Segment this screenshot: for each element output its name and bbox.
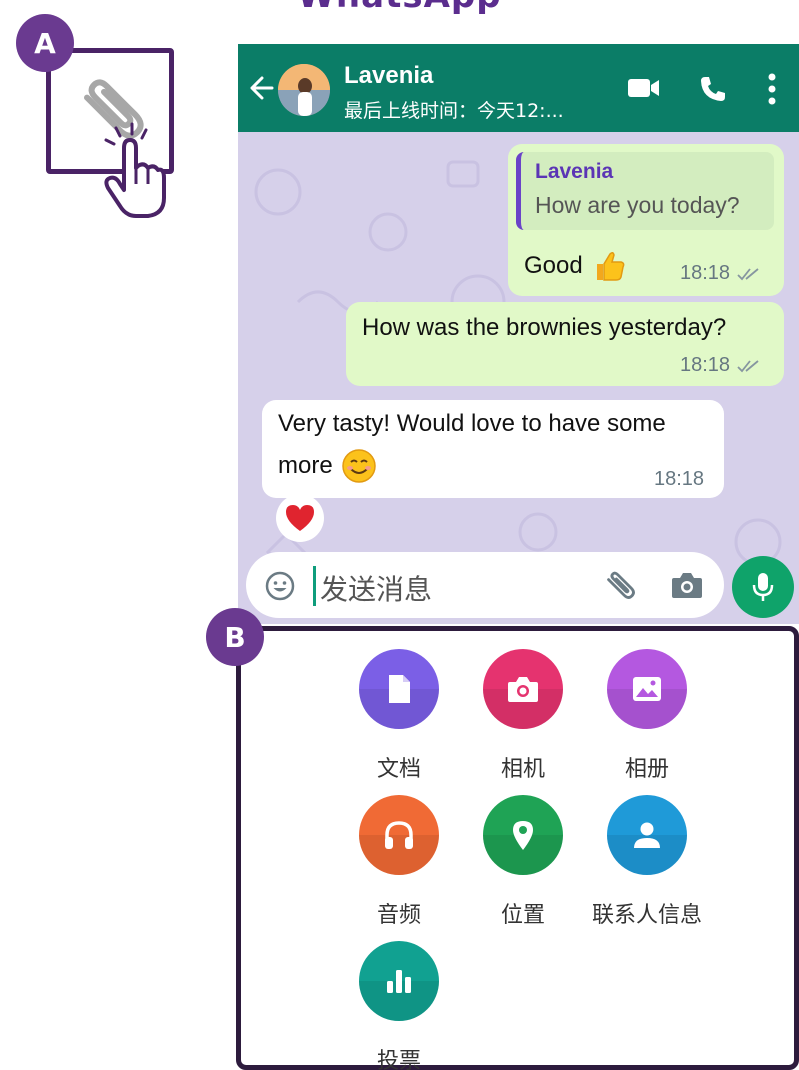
back-arrow-icon[interactable]	[248, 68, 276, 108]
message-reaction[interactable]	[276, 494, 324, 542]
tap-hand-icon	[104, 122, 166, 218]
attach-document-label: 文档	[376, 757, 421, 782]
thumbs-up-emoji-icon	[596, 251, 625, 281]
attach-gallery-button[interactable]: 相册	[587, 649, 707, 783]
attach-location-button[interactable]: 位置	[463, 795, 583, 929]
chat-screen: Lavenia 最后上线时间：今天12:... Lavenia How are …	[238, 44, 799, 624]
camera-icon[interactable]	[670, 570, 704, 600]
read-ticks-icon	[737, 268, 759, 281]
attach-camera-label: 相机	[500, 757, 545, 782]
voice-call-icon[interactable]	[698, 74, 728, 104]
attach-poll-button[interactable]: 投票	[339, 941, 459, 1070]
quoted-message[interactable]: Lavenia How are you today?	[516, 152, 774, 230]
message-text-line-1: Very tasty! Would love to have some	[278, 410, 666, 437]
attach-camera-button[interactable]: 相机	[463, 649, 583, 783]
message-bubble-outgoing[interactable]: How was the brownies yesterday? 18:18	[346, 302, 784, 386]
message-time: 18:18	[680, 354, 731, 376]
message-text: Good	[524, 252, 583, 279]
message-input[interactable]: 发送消息	[320, 568, 432, 608]
location-pin-icon	[483, 795, 563, 875]
attach-location-label: 位置	[500, 903, 545, 928]
message-time: 18:18	[680, 262, 731, 284]
video-call-icon[interactable]	[626, 74, 662, 102]
more-options-icon[interactable]	[766, 72, 778, 106]
contact-last-seen: 最后上线时间：今天12:...	[344, 100, 564, 122]
message-time: 18:18	[654, 468, 705, 490]
poll-icon	[359, 941, 439, 1021]
headphones-icon	[359, 795, 439, 875]
attach-poll-label: 投票	[376, 1049, 421, 1070]
message-bubble-incoming[interactable]: Very tasty! Would love to have some more…	[262, 400, 724, 498]
avatar-photo-icon	[278, 64, 330, 116]
attach-audio-button[interactable]: 音频	[339, 795, 459, 929]
camera-icon	[483, 649, 563, 729]
attach-contact-label: 联系人信息	[591, 903, 702, 928]
quoted-text: How are you today?	[535, 192, 740, 218]
message-text: How was the brownies yesterday?	[362, 314, 727, 341]
red-heart-icon	[286, 505, 314, 531]
step-badge-a: A	[16, 14, 74, 72]
document-icon	[359, 649, 439, 729]
gallery-icon	[607, 649, 687, 729]
message-input-bar[interactable]: 发送消息	[246, 552, 724, 618]
read-ticks-icon	[737, 360, 759, 373]
step-badge-b: B	[206, 608, 264, 666]
attachment-menu: 文档 相机 相册 音频 位置 联系人信息 投票	[236, 626, 799, 1070]
contact-avatar[interactable]	[278, 64, 330, 116]
quoted-sender: Lavenia	[535, 160, 614, 183]
attach-document-button[interactable]: 文档	[339, 649, 459, 783]
text-caret	[313, 566, 316, 606]
message-bubble-outgoing[interactable]: Lavenia How are you today? Good 18:18	[508, 144, 784, 296]
attach-paperclip-icon[interactable]	[604, 568, 640, 604]
attach-audio-label: 音频	[376, 903, 421, 928]
voice-message-button[interactable]	[732, 556, 794, 618]
attach-contact-button[interactable]: 联系人信息	[587, 795, 707, 929]
smiling-face-emoji-icon	[341, 449, 376, 483]
app-title: WhatsApp	[0, 0, 799, 16]
emoji-icon[interactable]	[264, 570, 296, 602]
contact-icon	[607, 795, 687, 875]
microphone-icon	[752, 573, 774, 601]
attach-gallery-label: 相册	[624, 757, 669, 782]
chat-header: Lavenia 最后上线时间：今天12:...	[238, 44, 799, 132]
contact-name[interactable]: Lavenia	[344, 62, 433, 90]
message-text-line-2: more	[278, 452, 333, 479]
